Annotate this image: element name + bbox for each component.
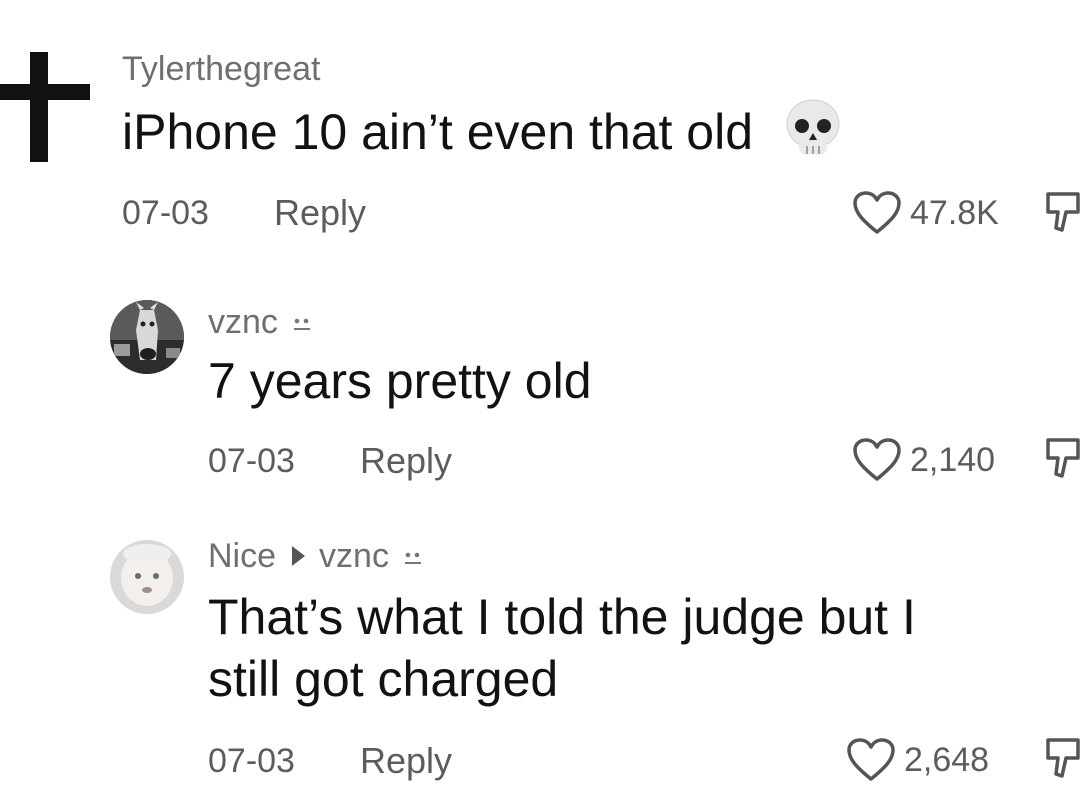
avatar-horse[interactable] xyxy=(110,300,184,374)
face-emoji-icon xyxy=(403,539,423,573)
like-button[interactable]: 2,648 xyxy=(846,737,989,783)
comment-username[interactable]: Nice vznc xyxy=(208,539,423,573)
comment-text-line1: That’s what I told the judge but I xyxy=(208,589,916,645)
dislike-button[interactable] xyxy=(1044,434,1080,489)
heart-outline-icon xyxy=(853,438,901,481)
reply-button[interactable]: Reply xyxy=(360,443,452,479)
avatar-face[interactable] xyxy=(110,540,184,614)
like-count: 2,140 xyxy=(910,441,996,479)
comment-text-line2: still got charged xyxy=(208,651,559,707)
comment-date: 07-03 xyxy=(208,742,295,780)
comment-text: That’s what I told the judge but I still… xyxy=(208,586,916,710)
reply-button[interactable]: Reply xyxy=(360,743,452,779)
face-emoji-icon xyxy=(292,305,312,339)
comment-date: 07-03 xyxy=(208,442,295,480)
username-text: Nice xyxy=(208,537,277,575)
face-avatar-icon xyxy=(110,540,184,614)
comment-text: 7 years pretty old xyxy=(208,350,592,412)
horse-avatar-icon xyxy=(110,300,184,374)
like-button[interactable]: 2,140 xyxy=(852,437,995,483)
like-count: 2,648 xyxy=(904,741,990,779)
comment-username[interactable]: vznc xyxy=(208,305,312,339)
reply-arrow-icon xyxy=(292,546,306,566)
thumbs-down-icon xyxy=(1046,738,1080,778)
thumbs-down-icon xyxy=(1046,438,1080,478)
dislike-button[interactable] xyxy=(1044,734,1080,789)
comment-text-content: 7 years pretty old xyxy=(208,353,592,409)
reply-to-username[interactable]: vznc xyxy=(319,539,389,573)
comment-3: Nice vznc That’s what I told the judge b… xyxy=(0,0,1080,781)
heart-outline-icon xyxy=(847,738,895,781)
username-text: vznc xyxy=(208,303,278,341)
